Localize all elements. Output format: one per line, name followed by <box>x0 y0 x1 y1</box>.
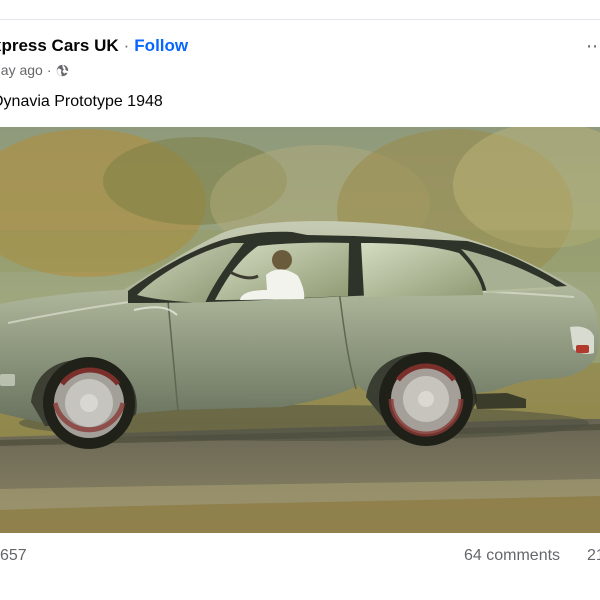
shares-count[interactable]: 21 <box>587 547 600 565</box>
post-text: Dynavia Prototype 1948 <box>0 93 163 110</box>
post-stats: 657 64 comments 21 <box>0 545 600 571</box>
post-photo[interactable] <box>0 127 600 533</box>
post-header: xpress Cars UK · Follow <box>0 35 188 57</box>
post-timestamp[interactable]: day ago <box>0 62 43 78</box>
meta-separator: · <box>46 62 52 78</box>
post-meta: day ago · <box>0 60 69 80</box>
follow-button[interactable]: Follow <box>134 35 188 57</box>
globe-icon[interactable] <box>56 64 69 77</box>
page-name-link[interactable]: xpress Cars UK <box>0 35 119 57</box>
more-options-icon[interactable]: ⋯ <box>586 36 600 56</box>
header-separator: · <box>123 36 130 55</box>
top-divider <box>0 19 600 20</box>
feed-post: xpress Cars UK · Follow day ago · ⋯ Dyna… <box>0 0 600 600</box>
reaction-count[interactable]: 657 <box>0 547 27 565</box>
comments-count[interactable]: 64 comments <box>464 547 560 565</box>
